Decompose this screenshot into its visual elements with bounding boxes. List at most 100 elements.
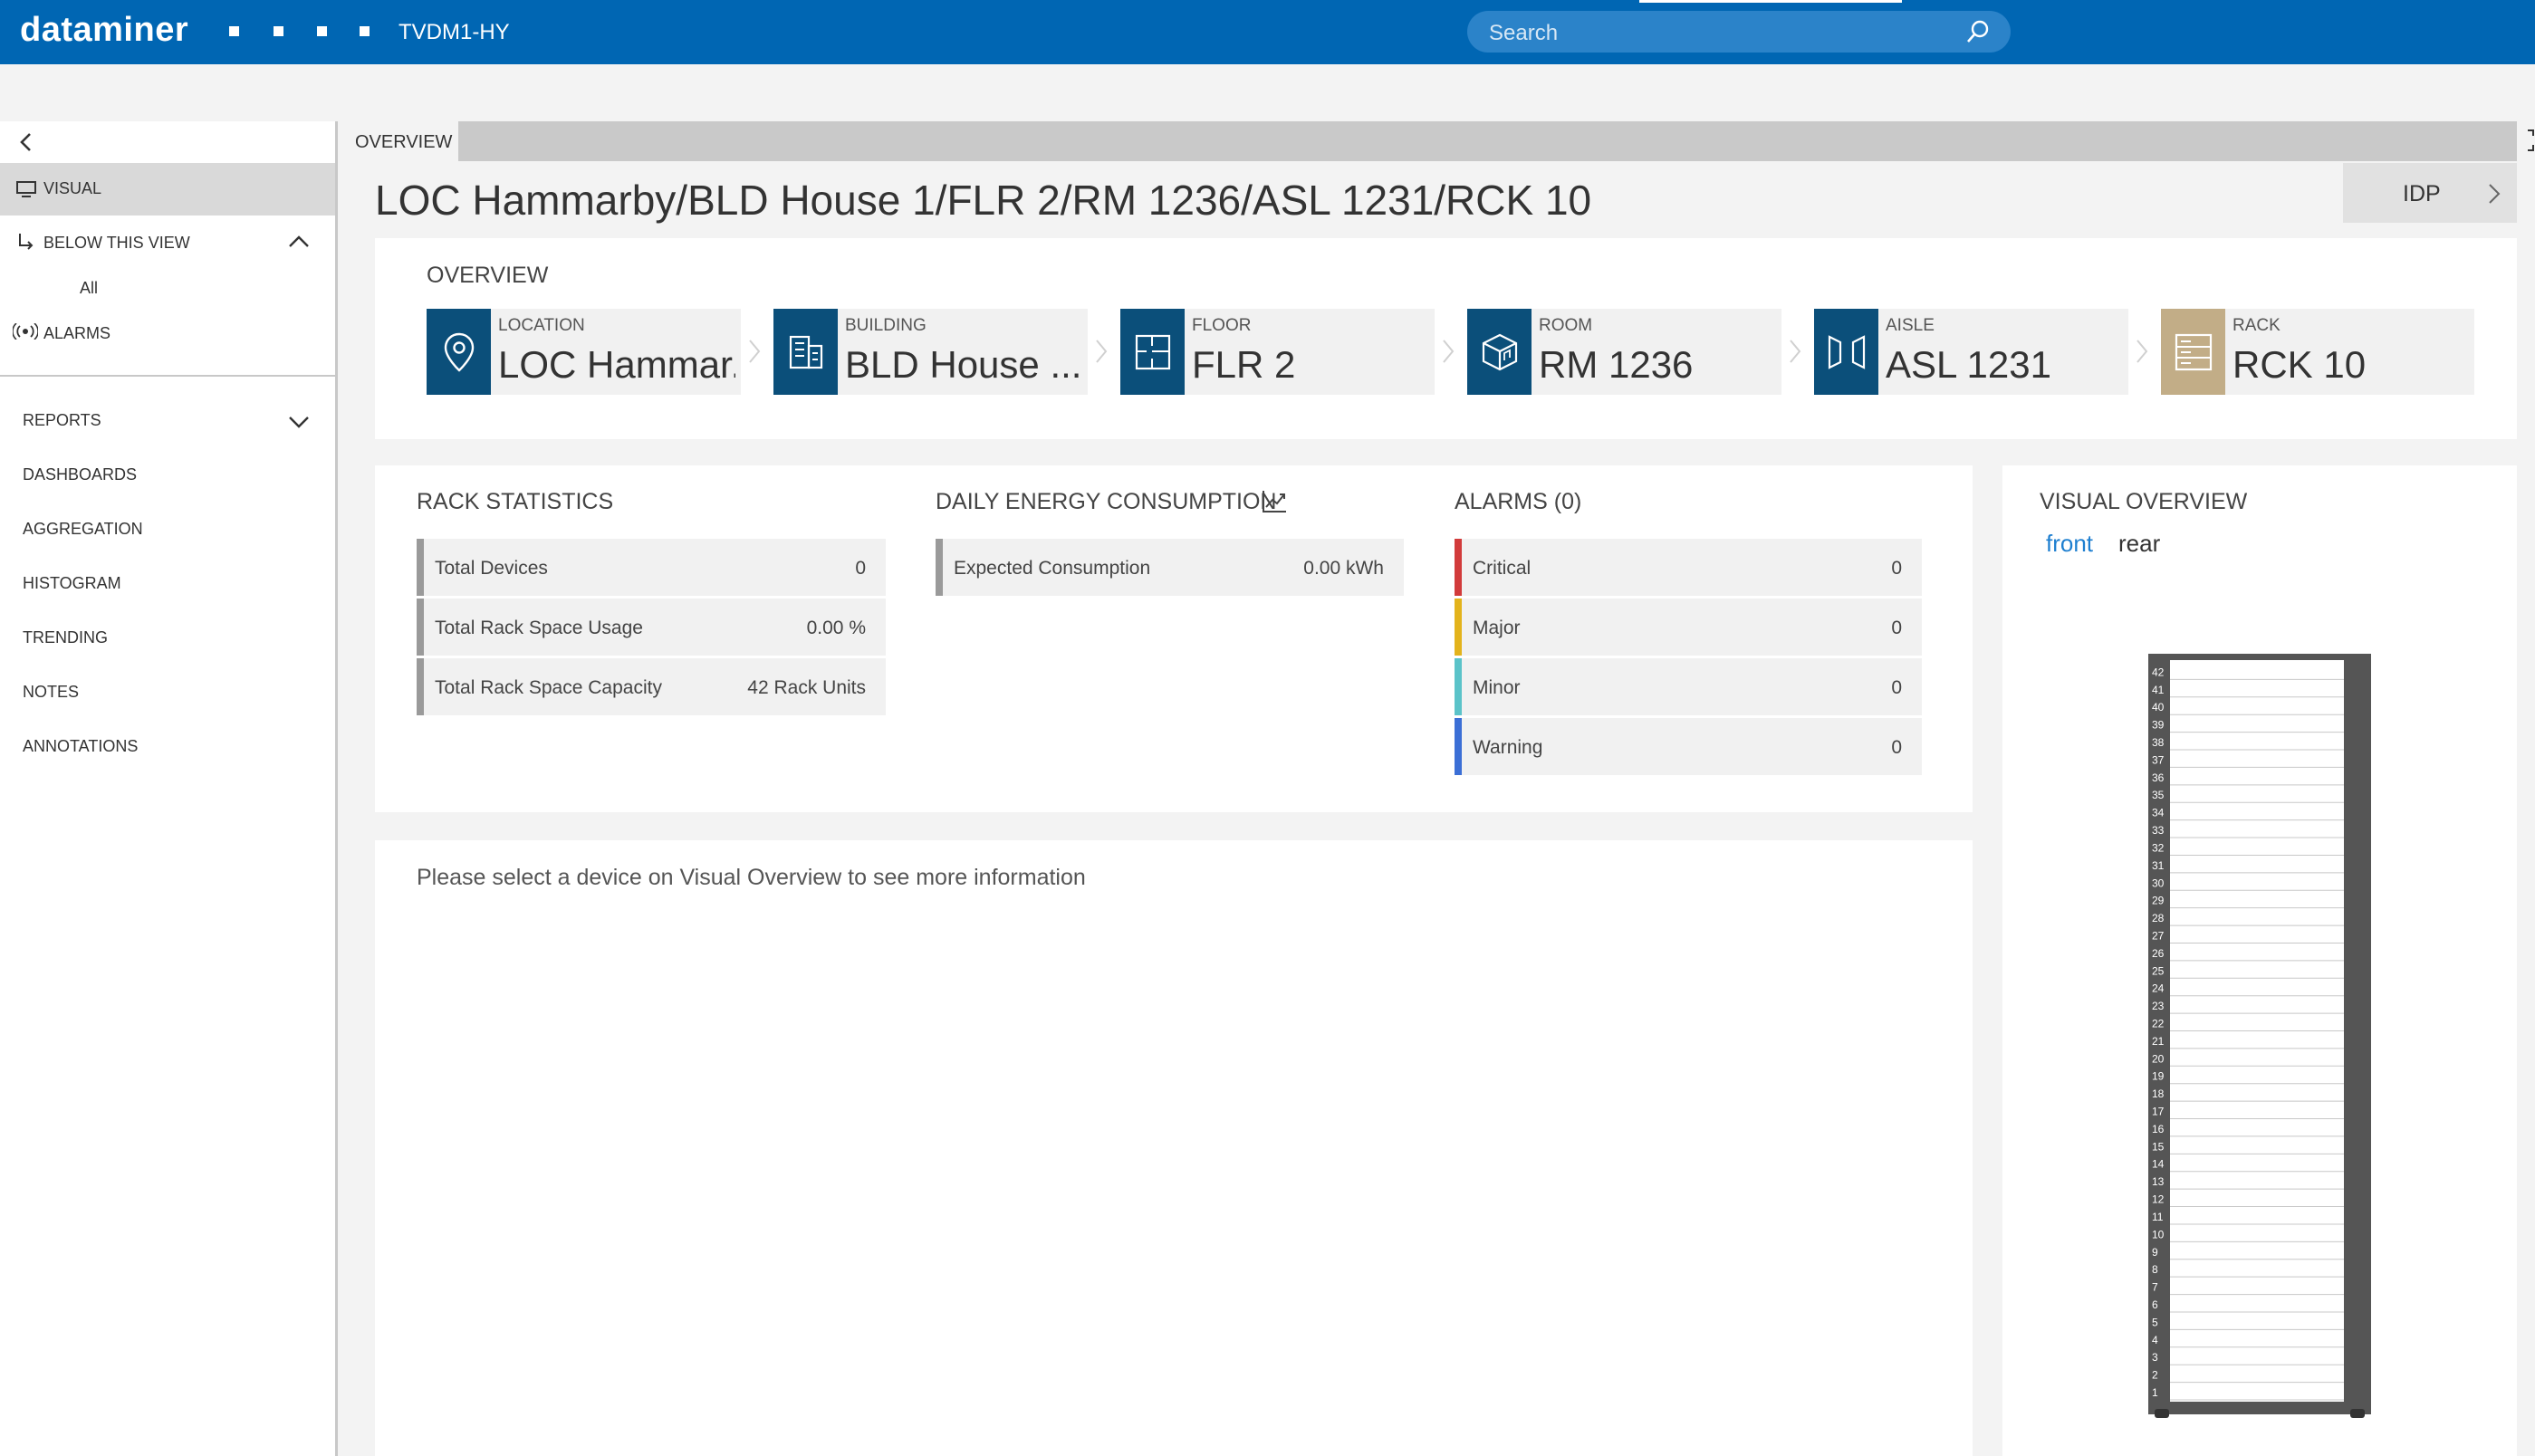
alarm-count: 0 xyxy=(1891,737,1902,758)
nav-divider xyxy=(0,375,335,377)
left-nav: VISUAL BELOW THIS VIEW All ALARMS REPORT… xyxy=(0,121,338,1456)
alarm-label: Minor xyxy=(1473,677,1521,698)
rack-unit-label: 6 xyxy=(2152,1298,2158,1311)
chevron-right-icon xyxy=(749,340,761,363)
crumb-icon-box xyxy=(1814,309,1878,395)
crumb-value: FLR 2 xyxy=(1192,343,1296,386)
rack-unit-label: 30 xyxy=(2152,876,2165,889)
nav-item-annotations[interactable]: ANNOTATIONS xyxy=(23,737,138,756)
stat-row: Expected Consumption 0.00 kWh xyxy=(936,539,1404,596)
search-icon[interactable] xyxy=(1965,19,1991,44)
nav-below-label: BELOW THIS VIEW xyxy=(43,234,190,252)
rack-base xyxy=(2148,1402,2371,1413)
rack-unit-label: 25 xyxy=(2152,964,2165,977)
rack-unit-label: 33 xyxy=(2152,824,2165,837)
alarm-row-minor[interactable]: Minor 0 xyxy=(1455,658,1922,715)
rack-unit-label: 20 xyxy=(2152,1052,2165,1065)
crumb-caption: ROOM xyxy=(1539,316,1593,335)
top-strip xyxy=(1639,0,1902,3)
idp-label: IDP xyxy=(2403,181,2441,206)
rack-unit-label: 24 xyxy=(2152,982,2165,995)
rack-unit-label: 40 xyxy=(2152,701,2165,714)
search-input[interactable]: Search xyxy=(1467,11,2011,53)
app-square-icon[interactable] xyxy=(274,26,283,36)
brand-logo[interactable]: dataminer xyxy=(20,11,188,50)
crumb-floor[interactable]: FLOOR FLR 2 xyxy=(1120,309,1435,395)
stat-value: 42 Rack Units xyxy=(747,677,866,698)
alarm-row-major[interactable]: Major 0 xyxy=(1455,599,1922,656)
nav-item-aggregation[interactable]: AGGREGATION xyxy=(23,520,143,539)
rack-unit-label: 10 xyxy=(2152,1228,2165,1240)
chevron-up-icon[interactable] xyxy=(288,235,310,248)
stat-bar xyxy=(417,658,424,715)
severity-bar xyxy=(1455,658,1462,715)
chevron-right-icon xyxy=(1790,340,1801,363)
visual-overview-heading: VISUAL OVERVIEW xyxy=(2040,489,2248,514)
nav-item-trending[interactable]: TRENDING xyxy=(23,628,108,647)
idp-button[interactable]: IDP xyxy=(2343,163,2517,223)
app-square-icon[interactable] xyxy=(360,26,370,36)
chevron-down-icon[interactable] xyxy=(288,416,310,428)
crumb-value: RM 1236 xyxy=(1539,343,1694,386)
crumb-icon-box xyxy=(2161,309,2225,395)
alarm-count: 0 xyxy=(1891,618,1902,638)
broadcast-icon xyxy=(13,323,38,340)
rack-unit-label: 7 xyxy=(2152,1281,2158,1294)
alarm-row-warning[interactable]: Warning 0 xyxy=(1455,718,1922,775)
crumb-caption: AISLE xyxy=(1886,316,1935,335)
location-pin-icon xyxy=(444,332,475,372)
rack-unit-label: 17 xyxy=(2152,1106,2165,1118)
rack-unit-label: 31 xyxy=(2152,859,2165,872)
crumb-icon-box xyxy=(427,309,491,395)
rack-unit-label: 5 xyxy=(2152,1316,2158,1328)
device-hint: Please select a device on Visual Overvie… xyxy=(417,865,1086,890)
stat-bar xyxy=(417,539,424,596)
rack-foot xyxy=(2350,1409,2365,1418)
rack-unit-label: 2 xyxy=(2152,1369,2158,1382)
rack-diagram[interactable]: 42 41 40 39 38 37 36 35 34 33 32 31 30 29 28 27 26 25 24 23… xyxy=(2148,654,2371,1420)
building-icon xyxy=(789,335,823,369)
rack-unit-label: 21 xyxy=(2152,1035,2165,1048)
nav-item-notes[interactable]: NOTES xyxy=(23,683,79,702)
floor-plan-icon xyxy=(1135,334,1171,370)
stat-bar xyxy=(417,599,424,656)
crumb-rack[interactable]: RACK RCK 10 xyxy=(2161,309,2474,395)
alarm-row-critical[interactable]: Critical 0 xyxy=(1455,539,1922,596)
stat-row: Total Devices 0 xyxy=(417,539,886,596)
stat-row: Total Rack Space Capacity 42 Rack Units xyxy=(417,658,886,715)
nav-below-all[interactable]: All xyxy=(80,279,98,298)
stat-value: 0.00 kWh xyxy=(1303,558,1384,579)
alarm-label: Major xyxy=(1473,618,1521,638)
crumb-aisle[interactable]: AISLE ASL 1231 xyxy=(1814,309,2128,395)
crumb-icon-box xyxy=(773,309,838,395)
tab-overview[interactable]: OVERVIEW xyxy=(338,121,458,161)
chevron-right-icon xyxy=(2137,340,2148,363)
chevron-right-icon xyxy=(2489,184,2501,204)
rack-unit-label: 27 xyxy=(2152,929,2165,942)
crumb-building[interactable]: BUILDING BLD House ... xyxy=(773,309,1088,395)
tab-strip: OVERVIEW xyxy=(338,121,2517,161)
rack-unit-label: 26 xyxy=(2152,947,2165,960)
rack-unit-label: 11 xyxy=(2152,1211,2164,1223)
app-square-icon[interactable] xyxy=(317,26,327,36)
back-arrow-icon[interactable] xyxy=(14,129,36,156)
nav-below-this-view[interactable]: BELOW THIS VIEW xyxy=(0,234,335,261)
stat-label: Total Rack Space Capacity xyxy=(435,677,662,698)
rack-unit-label: 22 xyxy=(2152,1018,2165,1030)
nav-alarms[interactable]: ALARMS xyxy=(0,323,335,351)
trend-chart-icon[interactable] xyxy=(1261,489,1288,514)
nav-item-histogram[interactable]: HISTOGRAM xyxy=(23,574,121,593)
front-view-link[interactable]: front xyxy=(2046,530,2093,558)
crumb-room[interactable]: ROOM RM 1236 xyxy=(1467,309,1781,395)
nav-item-reports[interactable]: REPORTS xyxy=(23,411,101,430)
rack-stats-heading: RACK STATISTICS xyxy=(417,489,614,514)
app-square-icon[interactable] xyxy=(229,26,239,36)
nav-visual-label: VISUAL xyxy=(43,179,102,197)
nav-item-dashboards[interactable]: DASHBOARDS xyxy=(23,465,137,484)
crumb-location[interactable]: LOCATION LOC Hammar... xyxy=(427,309,741,395)
rack-icon xyxy=(2175,333,2213,371)
rear-view-link[interactable]: rear xyxy=(2118,530,2160,558)
nav-visual[interactable]: VISUAL xyxy=(0,163,335,216)
aisle-icon xyxy=(1828,335,1866,369)
expand-icon[interactable] xyxy=(2522,127,2535,154)
